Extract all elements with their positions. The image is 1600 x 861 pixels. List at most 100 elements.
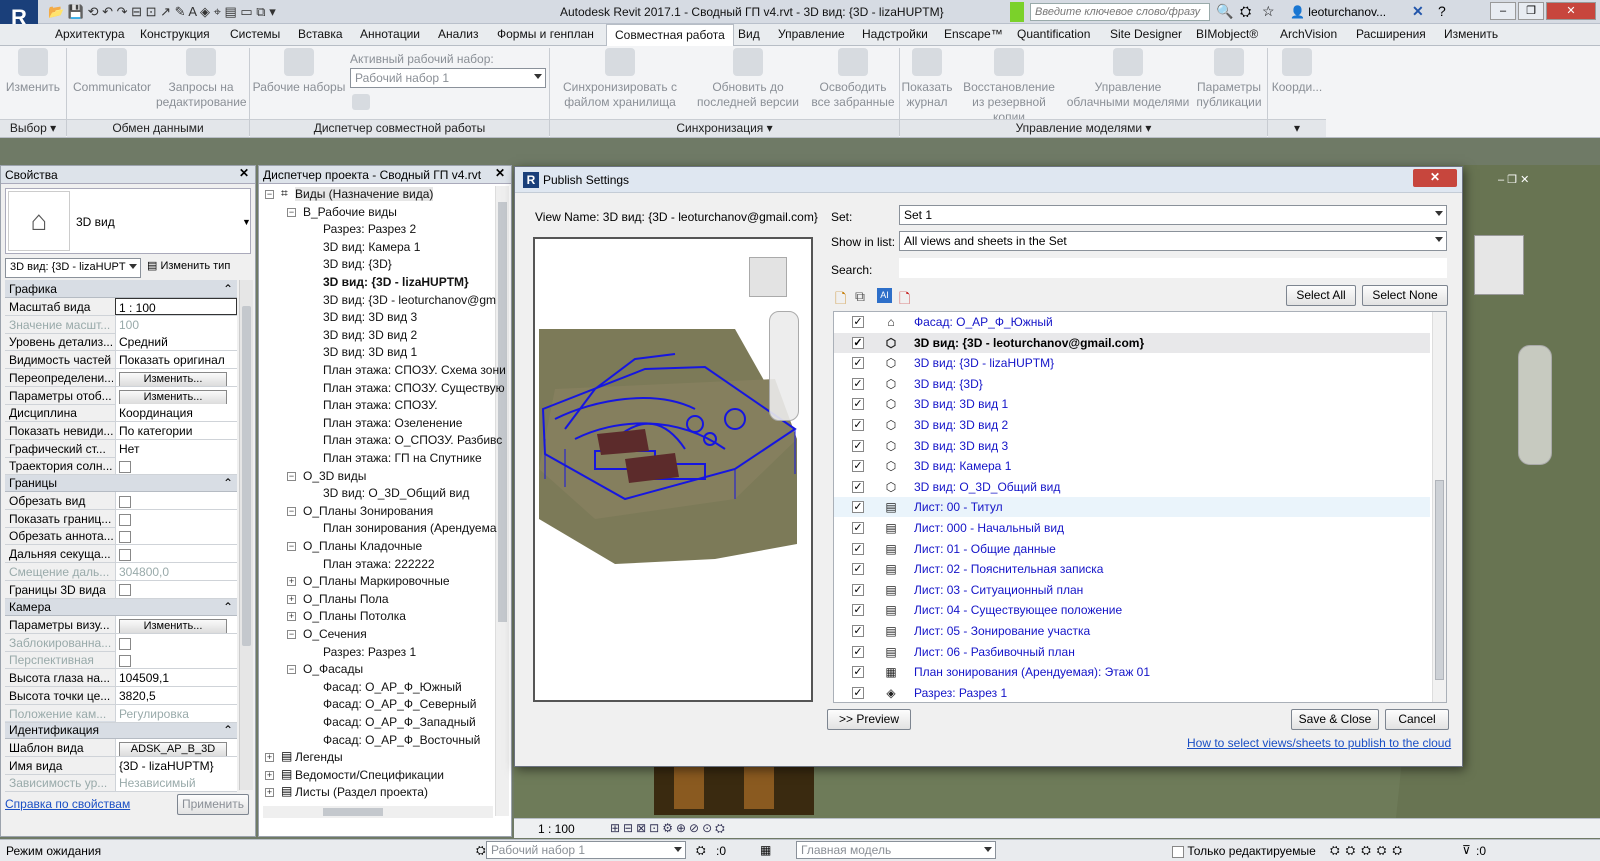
restore-backup-button[interactable]: Восстановление из резервной копии — [956, 48, 1062, 125]
browser-node[interactable]: О_Планы Кладочные — [303, 539, 422, 553]
browser-node[interactable]: План этажа: СПОЗУ. Существую — [323, 381, 505, 395]
subscription-icon[interactable]: ⛭ — [1240, 3, 1251, 20]
property-row[interactable]: Заблокированна... — [5, 633, 237, 652]
property-value[interactable]: Нет — [115, 439, 237, 457]
property-row[interactable]: Графический ст... Нет — [5, 439, 237, 458]
property-edit-button[interactable]: Изменить... — [119, 389, 227, 404]
browser-node[interactable]: 3D вид: 3D вид 3 — [323, 310, 417, 324]
properties-scrollbar[interactable] — [239, 280, 253, 790]
browser-node[interactable]: 3D вид: {3D} — [323, 257, 392, 271]
property-row[interactable]: Имя вида {3D - lizaHUPTM} — [5, 756, 237, 775]
reload-latest-button[interactable]: Обновить до последней версии — [690, 48, 806, 110]
list-item[interactable]: ⬡ 3D вид: {3D} — [834, 374, 1430, 394]
browser-node[interactable]: В_Рабочие виды — [303, 205, 397, 219]
publish-checkbox[interactable] — [852, 377, 864, 390]
publish-checkbox[interactable] — [852, 583, 864, 596]
property-value[interactable]: 104509,1 — [115, 669, 237, 687]
status-workset-select[interactable]: Рабочий набор 1 — [486, 841, 686, 859]
save-close-button[interactable]: Save & Close — [1291, 709, 1379, 730]
tab-architecture[interactable]: Архитектура — [55, 27, 125, 41]
property-row[interactable]: Уровень детализ... Средний — [5, 333, 237, 352]
property-row[interactable]: Перспективная — [5, 651, 237, 670]
publish-checkbox[interactable] — [852, 522, 864, 534]
show-in-list-select[interactable]: All views and sheets in the Set — [899, 231, 1447, 251]
select-none-button[interactable]: Select None — [1362, 285, 1448, 306]
user-account[interactable]: 👤 leoturchanov... — [1290, 5, 1386, 19]
help-search-input[interactable]: Введите ключевое слово/фразу — [1030, 3, 1210, 21]
list-item[interactable]: ⬡ 3D вид: {3D - leoturchanov@gmail.com} — [834, 332, 1430, 353]
close-icon[interactable]: ✕ — [239, 166, 249, 180]
edit-type-button[interactable]: ▤ Изменить тип — [147, 259, 230, 272]
type-selector[interactable]: ⌂ 3D вид ▼ — [5, 188, 251, 254]
property-row[interactable]: Значение масшт... 100 — [5, 315, 237, 334]
navigation-bar[interactable] — [1518, 345, 1552, 465]
property-checkbox[interactable] — [119, 637, 131, 650]
browser-node[interactable]: Легенды — [295, 750, 343, 764]
property-value[interactable] — [115, 651, 237, 669]
list-item[interactable]: ⌂ Фасад: О_АР_Ф_Южный — [834, 312, 1430, 332]
property-row[interactable]: Высота точки це... 3820,5 — [5, 686, 237, 705]
property-value[interactable] — [115, 492, 237, 509]
property-edit-button[interactable]: ADSK_AP_B_3D — [119, 742, 227, 756]
help-icon[interactable]: ? — [1438, 3, 1446, 19]
browser-node[interactable]: План этажа: О_СПОЗУ. Разбивс — [323, 433, 502, 447]
publish-checkbox[interactable] — [852, 439, 864, 452]
browser-node[interactable]: 3D вид: {3D - leoturchanov@gm — [323, 293, 496, 307]
property-value[interactable]: ADSK_AP_B_3D — [115, 739, 237, 756]
property-row[interactable]: Переопределени... Изменить... — [5, 368, 237, 387]
publish-checkbox[interactable] — [852, 625, 864, 637]
property-checkbox[interactable] — [119, 655, 131, 668]
browser-hscrollbar[interactable] — [263, 806, 493, 818]
editable-only-toggle[interactable]: Только редактируемые — [1172, 844, 1316, 858]
tab-analyze[interactable]: Анализ — [438, 27, 479, 41]
tab-manage[interactable]: Управление — [778, 27, 845, 41]
property-row[interactable]: Положение кам... Регулировка — [5, 704, 237, 723]
expand-icon[interactable]: + — [265, 753, 274, 763]
browser-node[interactable]: 3D вид: {3D - lizaHUPTM} — [323, 275, 469, 289]
publish-checkbox[interactable] — [852, 501, 864, 514]
list-item[interactable]: ▤ Лист: 05 - Зонирование участка — [834, 621, 1430, 641]
publish-settings-button[interactable]: Параметры публикации — [1194, 48, 1264, 110]
publish-checkbox[interactable] — [852, 480, 864, 493]
expand-icon[interactable]: + — [265, 770, 274, 780]
property-value[interactable]: 1 : 100 — [115, 298, 237, 315]
browser-node[interactable]: Разрез: Разрез 1 — [323, 645, 416, 659]
scrollbar-thumb[interactable] — [323, 808, 383, 816]
browser-node[interactable]: План этажа: ГП на Спутнике — [323, 451, 482, 465]
design-option-select[interactable]: Главная модель — [796, 841, 996, 859]
gray-inactive-icon[interactable] — [352, 94, 370, 110]
property-value[interactable]: Показать оригинал — [115, 351, 237, 369]
expand-icon[interactable]: + — [265, 788, 274, 798]
list-item[interactable]: ▤ Лист: 00 - Титул — [834, 497, 1430, 518]
property-checkbox[interactable] — [119, 495, 131, 508]
publish-checkbox[interactable] — [852, 563, 864, 576]
tab-quantification[interactable]: Quantification — [1017, 27, 1090, 41]
property-row[interactable]: Видимость частей Показать оригинал — [5, 351, 237, 370]
new-set-icon[interactable]: 🗋 — [835, 288, 846, 312]
property-row[interactable]: Траектория солн... — [5, 457, 237, 476]
property-value[interactable]: Средний — [115, 333, 237, 351]
property-value[interactable]: {3D - lizaHUPTM} — [115, 756, 237, 774]
selection-filter-icons[interactable]: ⛭⛭⛭⛭⛭ — [1330, 843, 1408, 858]
publish-checkbox[interactable] — [852, 336, 864, 349]
delete-set-icon[interactable]: 🗋 — [899, 288, 910, 312]
exchange-apps-icon[interactable]: ✕ — [1412, 3, 1424, 20]
property-value[interactable]: Изменить... — [115, 368, 237, 386]
close-button[interactable]: ✕ — [1546, 2, 1596, 20]
list-item[interactable]: ▤ Лист: 04 - Существующее положение — [834, 600, 1430, 620]
collapse-icon[interactable]: − — [265, 190, 274, 199]
collapse-icon[interactable]: − — [287, 471, 296, 481]
property-value[interactable] — [115, 545, 237, 563]
browser-node[interactable]: План этажа: 222222 — [323, 557, 435, 571]
publish-checkbox[interactable] — [852, 357, 864, 370]
publish-checkbox[interactable] — [852, 419, 864, 431]
view-control-icons[interactable]: ⊞⊟⊠⊡⚙⊕⊘⊙⛭ — [610, 821, 728, 836]
tab-modify[interactable]: Изменить — [1444, 27, 1498, 41]
publish-checkbox[interactable] — [852, 460, 864, 473]
browser-node[interactable]: О_Планы Маркировочные — [303, 574, 450, 588]
publish-checkbox[interactable] — [852, 398, 864, 411]
property-checkbox[interactable] — [119, 513, 131, 526]
dialog-close-button[interactable]: ✕ — [1413, 169, 1457, 187]
sync-button[interactable]: Синхронизировать с файлом хранилища — [554, 48, 686, 110]
close-icon[interactable]: ✕ — [495, 166, 505, 180]
